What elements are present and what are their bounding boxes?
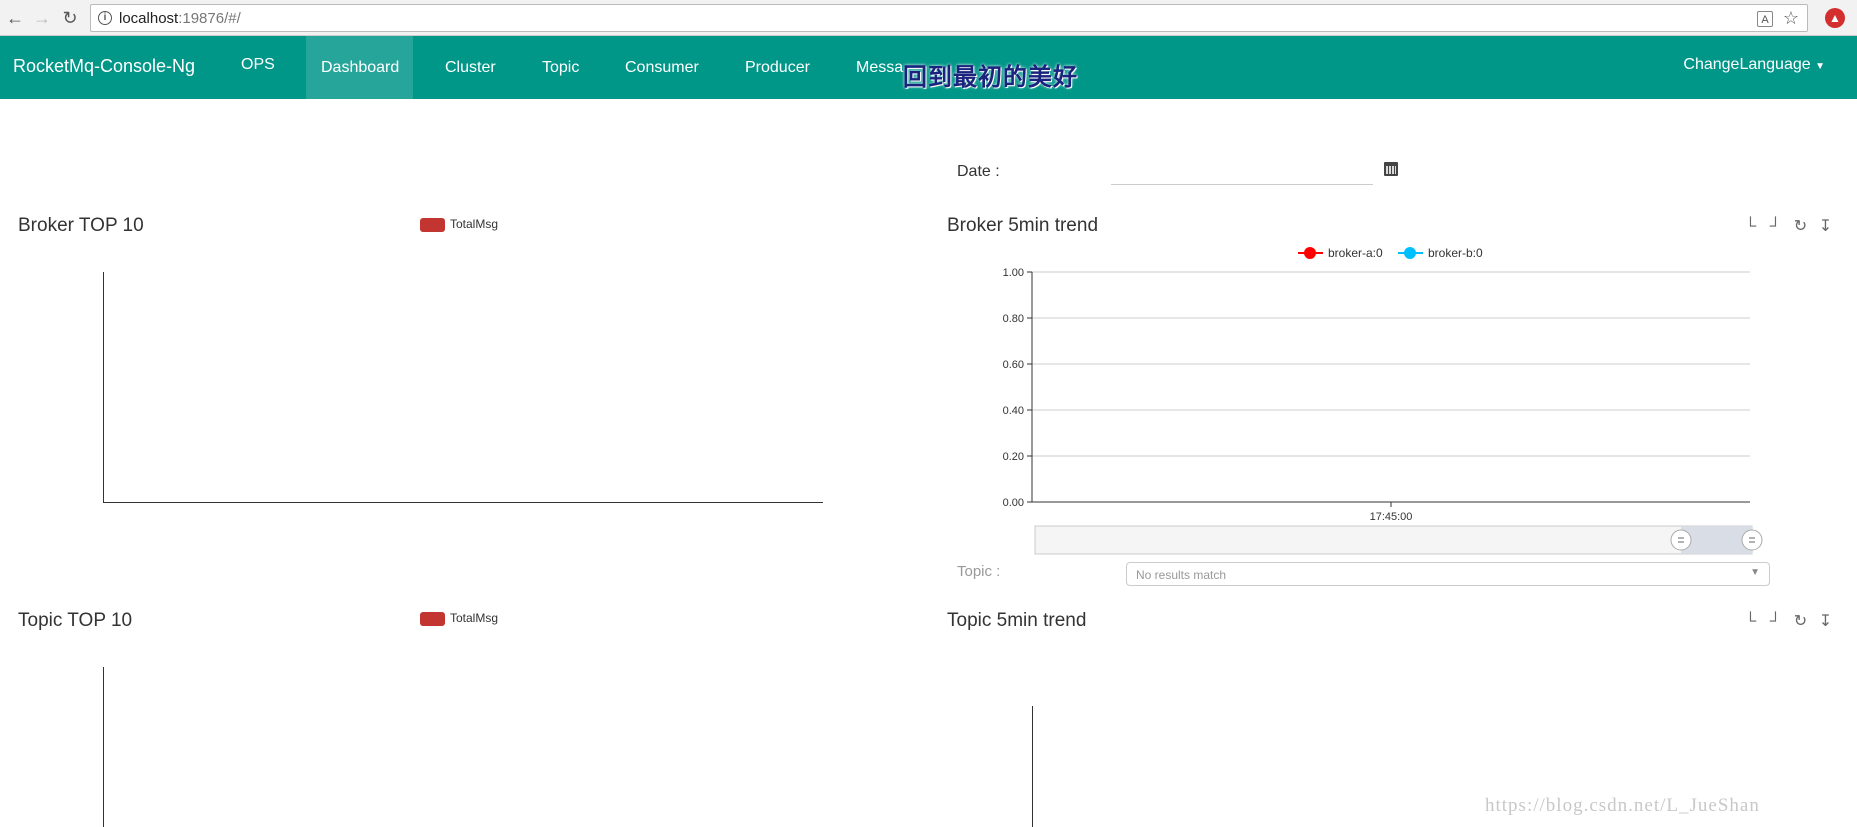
save-image-icon[interactable]: ↧ — [1813, 611, 1838, 631]
x-tick-label: 17:45:00 — [1370, 511, 1413, 523]
topic-trend-y-axis — [1032, 706, 1033, 827]
zoom-icon[interactable]: └ — [1738, 613, 1763, 631]
watermark-text: https://blog.csdn.net/L_JueShan — [1485, 795, 1760, 816]
broker-trend-chart: 0.00 0.20 0.40 0.60 0.80 1.00 17:45:00 broker-a… — [1003, 246, 1763, 555]
topic-top10-legend[interactable]: TotalMsg — [420, 611, 498, 626]
y-tick-label: 0.80 — [1003, 313, 1024, 325]
topic-filter-label: Topic : — [957, 563, 1001, 580]
legend-swatch — [420, 611, 445, 626]
restore-icon[interactable]: ↻ — [1788, 611, 1813, 631]
y-tick-label: 0.00 — [1003, 497, 1024, 509]
y-tick-label: 0.60 — [1003, 359, 1024, 371]
legend-label: broker-b:0 — [1428, 246, 1483, 260]
datazoom-selected-range — [1681, 526, 1752, 554]
topic-top10-title: Topic TOP 10 — [18, 610, 133, 631]
topic-select[interactable]: No results match ▼ — [1126, 562, 1770, 586]
datazoom-handle — [1741, 529, 1763, 551]
datazoom-slider-track — [1034, 525, 1753, 555]
topic-top10-y-axis — [103, 667, 104, 827]
y-tick-label: 1.00 — [1003, 267, 1024, 279]
topic-select-placeholder: No results match — [1136, 568, 1227, 582]
select-arrow-icon: ▼ — [1750, 567, 1760, 578]
topic-trend-toolbox: └ ┘ ↻ ↧ — [1738, 611, 1838, 631]
legend-marker — [1304, 247, 1316, 259]
legend-label: TotalMsg — [450, 611, 499, 625]
legend-label: broker-a:0 — [1328, 246, 1383, 260]
datazoom-handle — [1670, 529, 1692, 551]
zoom-reset-icon[interactable]: ┘ — [1763, 613, 1788, 631]
legend-marker — [1404, 247, 1416, 259]
y-tick-label: 0.40 — [1003, 405, 1024, 417]
topic-trend-title: Topic 5min trend — [947, 610, 1087, 631]
y-tick-label: 0.20 — [1003, 451, 1024, 463]
